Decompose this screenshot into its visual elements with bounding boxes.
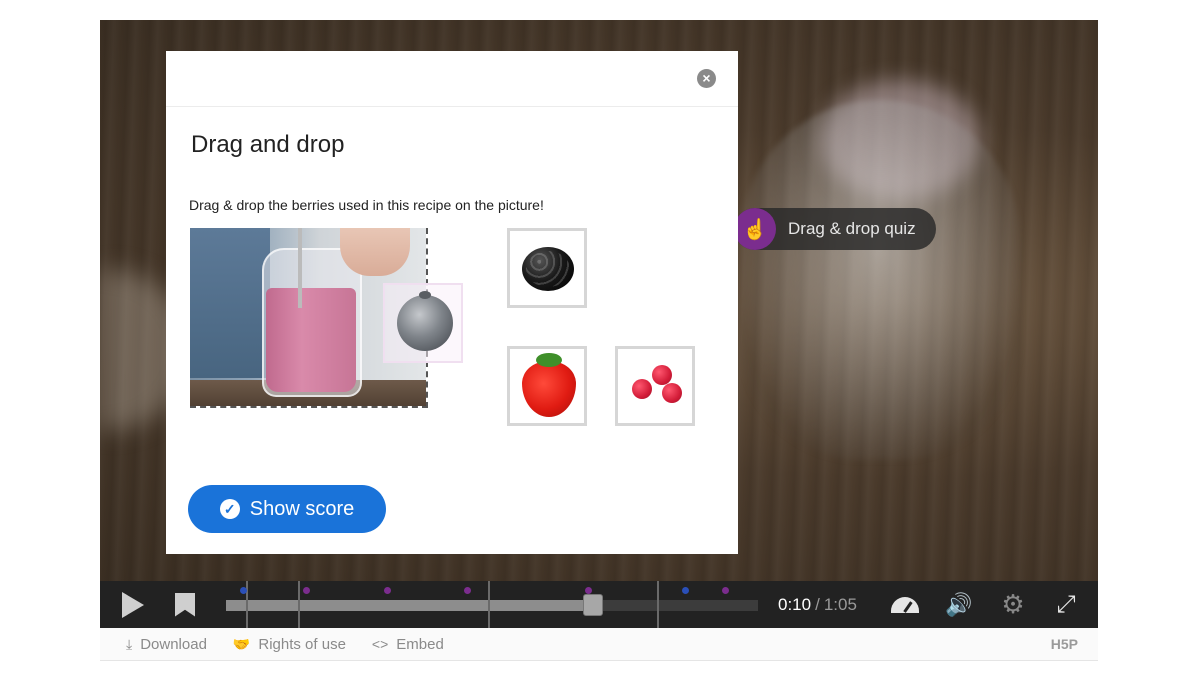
pointer-hand-icon: ☝	[734, 208, 776, 250]
play-icon[interactable]	[120, 581, 146, 628]
interaction-marker[interactable]	[682, 587, 689, 594]
interaction-marker[interactable]	[585, 587, 592, 594]
rights-label: Rights of use	[258, 635, 346, 653]
embed-label: Embed	[396, 635, 444, 653]
total-time: 1:05	[823, 594, 857, 614]
interaction-marker[interactable]	[240, 587, 247, 594]
settings-gear-icon[interactable]: ⚙	[998, 581, 1028, 628]
raspberry-image	[632, 379, 652, 399]
hand	[340, 228, 410, 276]
blender-glass	[740, 100, 1020, 460]
dialog-header: ×	[166, 51, 738, 107]
instruction-text: Drag & drop the berries used in this rec…	[189, 197, 544, 213]
quiz-dialog: × Drag and drop Drag & drop the berries …	[166, 51, 738, 554]
seek-handle[interactable]	[583, 594, 604, 616]
download-label: Download	[140, 635, 207, 653]
draggable-strawberry[interactable]	[507, 346, 587, 426]
straw	[298, 228, 302, 308]
dropped-blueberry-item[interactable]	[383, 283, 463, 363]
footer-bar: ⤓ Download 🤝 Rights of use <> Embed H5P	[100, 628, 1098, 661]
check-circle-icon: ✓	[219, 499, 240, 519]
download-icon: ⤓	[126, 635, 133, 652]
rights-of-use-link[interactable]: 🤝 Rights of use	[233, 636, 346, 653]
progress-track[interactable]	[226, 581, 758, 628]
interaction-marker[interactable]	[303, 587, 310, 594]
blackberry-image	[522, 247, 574, 291]
bookmark-marker	[657, 581, 659, 628]
blueberry-image	[397, 291, 453, 351]
interaction-marker[interactable]	[722, 587, 729, 594]
bookmark-marker	[488, 581, 490, 628]
pink-smoothie	[266, 288, 356, 392]
strawberry-image	[522, 353, 576, 417]
draggable-raspberries[interactable]	[615, 346, 695, 426]
show-score-button[interactable]: ✓ Show score	[188, 485, 386, 533]
jeans-background	[190, 228, 270, 378]
h5p-logo[interactable]: H5P	[1051, 636, 1078, 652]
download-link[interactable]: ⤓ Download	[126, 636, 207, 653]
time-display: 0:10 / 1:05	[778, 581, 857, 628]
hotspot-label: Drag & drop quiz	[788, 219, 916, 238]
quiz-hotspot-button[interactable]: ☝ Drag & drop quiz	[734, 208, 936, 250]
current-time: 0:10	[778, 594, 812, 614]
raspberry-image	[662, 383, 682, 403]
bookmark-icon[interactable]	[174, 581, 196, 628]
time-separator: /	[815, 594, 820, 614]
playback-speed-icon[interactable]	[889, 581, 921, 628]
progress-played	[226, 600, 594, 611]
handshake-icon: 🤝	[232, 635, 251, 652]
embed-link[interactable]: <> Embed	[372, 636, 444, 653]
show-score-label: Show score	[249, 497, 355, 520]
fullscreen-icon[interactable]: ⤢	[1050, 581, 1082, 628]
dialog-title: Drag and drop	[191, 131, 345, 158]
video-control-bar: 0:10 / 1:05 🔊 ⚙ ⤢	[100, 581, 1098, 628]
interaction-marker[interactable]	[464, 587, 471, 594]
raspberry-image	[652, 365, 672, 385]
bookmark-marker	[298, 581, 300, 628]
code-icon: <>	[371, 636, 389, 652]
volume-icon[interactable]: 🔊	[943, 581, 975, 628]
interaction-marker[interactable]	[384, 587, 391, 594]
draggable-blackberry[interactable]	[507, 228, 587, 308]
close-icon[interactable]: ×	[697, 69, 716, 88]
